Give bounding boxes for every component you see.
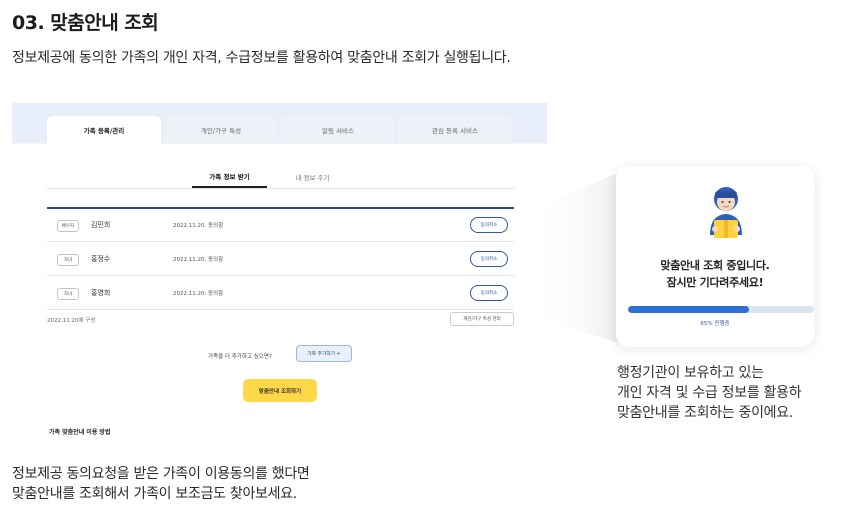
household-traits-button[interactable]: 개인/가구 특성 관리 — [450, 312, 514, 326]
bottom-description-line: 정보제공 동의요청을 받은 가족이 이용동의를 했다면 — [12, 466, 310, 482]
howto-heading: 가족 맞춤안내 이용 방법 — [49, 429, 111, 436]
cancel-consent-button[interactable]: 동의취소 — [470, 217, 508, 233]
consent-date: 2022.11.20. 동의함 — [173, 291, 224, 297]
main-tabs: 가족 등록/관리 개인/가구 특성 알림 서비스 관심 등록 서비스 — [47, 116, 512, 144]
cancel-consent-button[interactable]: 동의취소 — [470, 285, 508, 301]
tab-interest-service[interactable]: 관심 등록 서비스 — [398, 116, 512, 144]
tab-household-traits[interactable]: 개인/가구 특성 — [164, 116, 278, 144]
consent-date: 2022.11.20. 동의함 — [173, 257, 224, 263]
check-guidance-button[interactable]: 맞춤안내 조회하기 — [243, 379, 317, 402]
relation-badge: 배우자 — [57, 220, 79, 232]
callout-connector — [530, 170, 625, 345]
add-family-prompt: 가족을 더 추가하고 싶으면? — [208, 354, 272, 360]
sub-tabs: 가족 정보 받기 내 정보 주기 — [192, 166, 350, 188]
subtab-receive-family-info[interactable]: 가족 정보 받기 — [192, 166, 267, 188]
progress-label: 65% 진행중 — [700, 321, 730, 327]
divider — [47, 188, 514, 189]
table-row: 자녀 홍정수 2022.11.20. 동의함 동의취소 — [47, 243, 514, 276]
app-screenshot: 가족 등록/관리 개인/가구 특성 알림 서비스 관심 등록 서비스 가족 정보… — [12, 103, 547, 443]
progress-fill — [628, 306, 749, 313]
side-description: 행정기관이 보유하고 있는 개인 자격 및 수급 정보를 활용하 맞춤안내를 조… — [617, 363, 802, 423]
side-description-line: 행정기관이 보유하고 있는 — [617, 365, 764, 381]
relation-badge: 자녀 — [57, 288, 79, 300]
loading-card: 맞춤안내 조회 중입니다. 잠시만 기다려주세요! 65% 진행중 — [616, 166, 814, 347]
basis-date-text: 2022.11.20에 구성 — [47, 318, 96, 324]
table-row: 배우자 김민희 2022.11.20. 동의함 동의취소 — [47, 209, 514, 242]
tab-family-management[interactable]: 가족 등록/관리 — [47, 116, 161, 144]
loading-message-2: 잠시만 기다려주세요! — [666, 276, 764, 289]
family-name: 홍영희 — [91, 289, 111, 297]
loading-message-1: 맞춤안내 조회 중입니다. — [660, 259, 770, 272]
side-description-line: 개인 자격 및 수급 정보를 활용하 — [617, 385, 802, 401]
add-family-button[interactable]: 가족 추가하기 + — [296, 345, 352, 362]
relation-badge: 자녀 — [57, 254, 79, 266]
subtab-give-my-info[interactable]: 내 정보 주기 — [275, 166, 350, 188]
consent-date: 2022.11.20. 동의함 — [173, 223, 224, 229]
main-panel: 가족 정보 받기 내 정보 주기 배우자 김민희 2022.11.20. 동의함… — [12, 144, 547, 443]
progress-bar — [628, 306, 814, 313]
person-holding-box-icon — [710, 187, 742, 238]
bottom-description-line: 맞춤안내를 조회해서 가족이 보조금도 찾아보세요. — [12, 486, 297, 502]
table-row: 자녀 홍영희 2022.11.20. 동의함 동의취소 — [47, 277, 514, 310]
page-subtitle: 정보제공에 동의한 가족의 개인 자격, 수급정보를 활용하여 맞춤안내 조회가… — [12, 50, 511, 66]
tab-notification-service[interactable]: 알림 서비스 — [281, 116, 395, 144]
cancel-consent-button[interactable]: 동의취소 — [470, 251, 508, 267]
family-name: 홍정수 — [91, 255, 111, 263]
page-title: 03. 맞춤안내 조회 — [12, 12, 159, 34]
bottom-description: 정보제공 동의요청을 받은 가족이 이용동의를 했다면 맞춤안내를 조회해서 가… — [12, 464, 310, 504]
family-name: 김민희 — [91, 221, 111, 229]
side-description-line: 맞춤안내를 조회하는 중이에요. — [617, 405, 793, 421]
